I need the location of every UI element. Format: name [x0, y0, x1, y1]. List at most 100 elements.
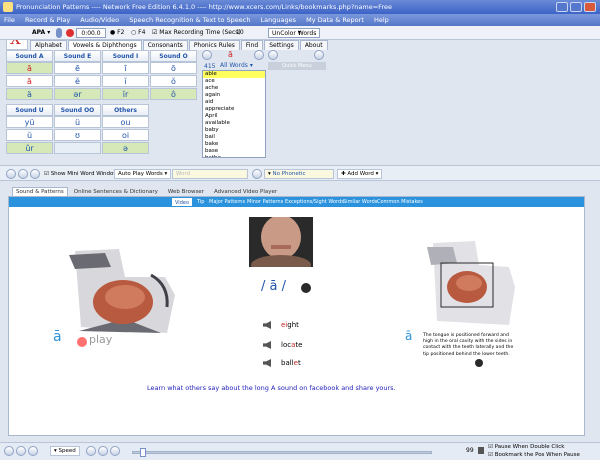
tab-advanced-video-player[interactable]: Advanced Video Player: [210, 187, 281, 196]
nav-forward-button[interactable]: [254, 50, 264, 60]
sound-cell[interactable]: ä: [6, 88, 53, 100]
f2-radio[interactable]: ● F2: [110, 28, 124, 38]
video-face[interactable]: [249, 217, 313, 267]
word-item[interactable]: appreciate: [203, 106, 265, 113]
subtab-tip[interactable]: Tip: [197, 197, 204, 207]
refresh-icon[interactable]: [30, 169, 40, 179]
bookmark-pause-checkbox[interactable]: ☑ Bookmark the Pos When Pause: [488, 452, 580, 459]
subtab-common-mistakes[interactable]: Common Mistakes: [377, 197, 423, 207]
menu-audio-video[interactable]: Audio/Video: [80, 16, 119, 24]
example-speaker-icon[interactable]: [263, 359, 271, 367]
phonetic-play-icon[interactable]: [301, 283, 311, 293]
volume-value[interactable]: 99: [466, 447, 474, 454]
sound-cell[interactable]: ā: [6, 62, 53, 74]
sound-cell[interactable]: oi: [102, 129, 149, 141]
f4-radio[interactable]: ○ F4: [131, 28, 145, 38]
speaker-icon[interactable]: [252, 169, 262, 179]
sound-cell[interactable]: ă: [6, 75, 53, 87]
quick-menu-button[interactable]: Quick Menu: [268, 62, 326, 70]
rewind-icon[interactable]: [16, 446, 26, 456]
sound-cell[interactable]: ər: [54, 88, 101, 100]
sound-cell[interactable]: ûr: [6, 142, 53, 154]
tab-alphabet[interactable]: Alphabet: [30, 40, 67, 50]
nav-forward-icon[interactable]: [18, 169, 28, 179]
sound-cell[interactable]: ē: [54, 62, 101, 74]
speed-select[interactable]: ▾ Speed: [50, 446, 80, 456]
word-item[interactable]: again: [203, 92, 265, 99]
sound-cell[interactable]: ə: [102, 142, 149, 154]
sound-cell[interactable]: ŭ: [6, 129, 53, 141]
subtab-video[interactable]: Video: [171, 197, 194, 207]
toolbar-dropdown-icon[interactable]: ▾: [298, 28, 301, 38]
max-recording-value[interactable]: 10: [236, 28, 244, 38]
header-sound-a[interactable]: Sound A: [6, 50, 53, 62]
sound-cell[interactable]: ü: [54, 116, 101, 128]
prev-icon[interactable]: [86, 446, 96, 456]
menu-file[interactable]: File: [4, 16, 15, 24]
tab-find[interactable]: Find: [240, 40, 264, 50]
word-item[interactable]: base: [203, 148, 265, 155]
menu-record-play[interactable]: Record & Play: [25, 16, 70, 24]
pause-icon[interactable]: [98, 446, 108, 456]
word-item[interactable]: aid: [203, 99, 265, 106]
auto-play-words-button[interactable]: Auto Play Words ▾: [114, 169, 172, 179]
word-item[interactable]: bail: [203, 134, 265, 141]
tab-sound-patterns[interactable]: Sound & Patterns: [12, 187, 68, 196]
sound-cell[interactable]: ī: [102, 62, 149, 74]
word-list[interactable]: able ace ache again aid appreciate April…: [202, 70, 266, 158]
progress-thumb[interactable]: [140, 448, 146, 457]
subtab-similar-words[interactable]: Similar Words: [343, 197, 377, 207]
tab-online-sentences[interactable]: Online Sentences & Dictionary: [70, 187, 162, 196]
header-sound-o[interactable]: Sound O: [150, 50, 197, 62]
example-speaker-icon[interactable]: [263, 341, 271, 349]
sound-cell[interactable]: ō: [150, 62, 197, 74]
play-button[interactable]: [77, 337, 87, 347]
sound-cell[interactable]: yü: [6, 116, 53, 128]
maximize-button[interactable]: [570, 2, 582, 12]
tab-phonics-rules[interactable]: Phonics Rules: [188, 40, 240, 50]
close-button[interactable]: [584, 2, 596, 12]
word-item[interactable]: bake: [203, 141, 265, 148]
next-icon[interactable]: [110, 446, 120, 456]
word-item[interactable]: baby: [203, 127, 265, 134]
header-sound-i[interactable]: Sound I: [102, 50, 149, 62]
record-button[interactable]: [66, 29, 74, 37]
sound-cell[interactable]: ĭr: [102, 88, 149, 100]
phonetic-dropdown[interactable]: ▾ No Phonetic: [264, 169, 334, 179]
quick-forward-button[interactable]: [314, 50, 324, 60]
subtab-exceptions[interactable]: Exceptions/Sight Words: [285, 197, 344, 207]
tab-vowels[interactable]: Vowels & Diphthongs: [67, 40, 142, 50]
word-item[interactable]: bathe: [203, 155, 265, 157]
word-item[interactable]: April: [203, 113, 265, 120]
add-word-button[interactable]: ✚ Add Word ▾: [337, 169, 383, 179]
sound-cell[interactable]: ou: [102, 116, 149, 128]
description-play-icon[interactable]: [475, 359, 483, 367]
tab-web-browser[interactable]: Web Browser: [164, 187, 208, 196]
example-speaker-icon[interactable]: [263, 321, 271, 329]
minimize-button[interactable]: [556, 2, 568, 12]
pause-double-click-checkbox[interactable]: ☑ Pause When Double Click: [488, 444, 565, 451]
nav-back-icon[interactable]: [6, 169, 16, 179]
menu-help[interactable]: Help: [374, 16, 389, 24]
music-note-icon[interactable]: [4, 446, 14, 456]
menu-languages[interactable]: Languages: [261, 16, 296, 24]
word-item-selected[interactable]: able: [203, 71, 265, 78]
alphabet-select[interactable]: APA ▾: [32, 28, 50, 38]
subtab-major-patterns[interactable]: Major Patterns: [209, 197, 245, 207]
tab-settings[interactable]: Settings: [264, 40, 299, 50]
sound-cell[interactable]: ŏ: [150, 75, 197, 87]
menu-speech[interactable]: Speech Recognition & Text to Speech: [129, 16, 250, 24]
facebook-link[interactable]: Learn what others say about the long A s…: [147, 384, 396, 392]
header-others[interactable]: Others: [102, 104, 149, 116]
nav-back-button[interactable]: [202, 50, 212, 60]
quick-back-button[interactable]: [268, 50, 278, 60]
menu-my-data[interactable]: My Data & Report: [306, 16, 364, 24]
microphone-icon[interactable]: [56, 28, 62, 38]
progress-track[interactable]: [132, 451, 432, 454]
word-input[interactable]: Word: [172, 169, 248, 179]
header-sound-e[interactable]: Sound E: [54, 50, 101, 62]
volume-icon[interactable]: [478, 447, 484, 454]
word-item[interactable]: available: [203, 120, 265, 127]
tab-consonants[interactable]: Consonants: [142, 40, 188, 50]
header-sound-u[interactable]: Sound U: [6, 104, 53, 116]
